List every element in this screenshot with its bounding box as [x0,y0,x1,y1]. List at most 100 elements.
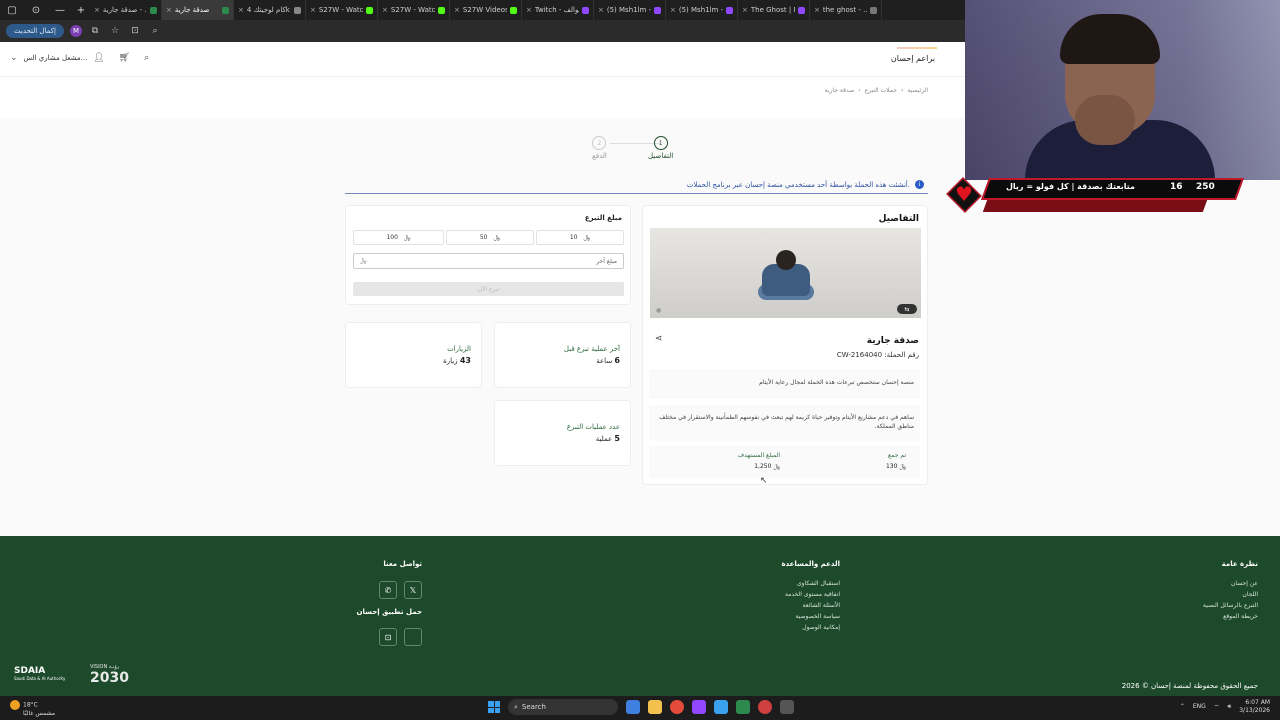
footer-heading: الدعم والمساعدة [781,560,840,568]
chevron-down-icon[interactable]: ⌄ [10,53,18,63]
close-icon[interactable]: × [238,6,244,14]
phone-icon[interactable]: ✆ [379,581,397,599]
browser-tab[interactable]: ×Twitch - سوالف [522,0,594,20]
tab-label: S27W - Watch [318,6,363,14]
edge-icon[interactable] [714,700,728,714]
target-stat: المبلغ المستهدف 1,250 ﷼ [738,452,780,471]
contact-heading: تواصل معنا [383,560,422,568]
tab-favicon-icon [582,6,589,14]
breadcrumb-campaigns[interactable]: حملات التبرع [865,87,897,94]
file-explorer-icon[interactable] [648,700,662,714]
target-value: 1,250 ﷼ [754,463,780,470]
footer-link[interactable]: استقبال الشكاوى [781,580,840,587]
mouse-cursor-icon: ↖ [760,476,768,486]
step-number: 1 [653,136,668,150]
stream-goal-banner: ♥ متابعتك بصدقة | كل فولو = ريال 16 250 [945,176,1245,214]
close-icon[interactable]: × [166,6,172,14]
browser-tab[interactable]: ×(5) Msh1lm - T [594,0,666,20]
wifi-icon[interactable]: ⌔ [1214,703,1220,711]
close-icon[interactable]: × [814,6,820,14]
collected-value: 130 ﷼ [885,463,906,470]
close-icon[interactable]: × [526,6,532,14]
footer-link[interactable]: اتفاقية مستوى الخدمة [781,591,840,598]
breadcrumb-home[interactable]: الرئيسية [907,87,928,94]
android-store-icon[interactable]: ⊡ [379,628,397,646]
chrome-icon[interactable] [670,700,684,714]
browser-tab[interactable]: ×S27W - Watch [306,0,378,20]
app-icon[interactable] [736,700,750,714]
windows-start-icon[interactable] [488,701,500,713]
tab-label: S27W Videos [462,6,507,14]
chevron-up-icon[interactable]: ⌃ [1180,703,1185,710]
share-icon[interactable]: ⋖ [655,334,663,344]
app-icon[interactable] [626,700,640,714]
footer-link[interactable]: الأسئلة الشائعة [781,602,841,609]
donate-now-button[interactable]: تبرع الآن [353,282,624,296]
user-name[interactable]: مشعل مشاري الس... [24,54,88,62]
sidebar-icon[interactable]: ⊡ [128,26,142,36]
language-indicator[interactable]: ENG [1193,703,1206,710]
app-icon[interactable] [780,700,794,714]
bookmark-star-icon[interactable]: ☆ [108,26,122,36]
step-label: التفاصيل [648,152,674,160]
footer-link[interactable]: عن إحسان [1203,580,1258,587]
obs-icon[interactable] [692,700,706,714]
footer-link[interactable]: إمكانية الوصول [781,624,840,631]
zoom-icon[interactable]: ⌕ [148,26,162,36]
image-pager[interactable]: ● [656,307,661,314]
amount-option-50[interactable]: 50 ﷼ [446,230,534,245]
site-footer: نظرة عامة عن إحسان اللجان التبرع بالرسائ… [0,536,1280,696]
close-icon[interactable]: × [670,6,676,14]
campaign-id: رقم الحملة: CW-2164040 [836,351,919,359]
image-control-icon[interactable]: ⇆ [897,304,917,314]
window-menu-icon[interactable]: ▢ [0,0,24,20]
close-icon[interactable]: × [382,6,388,14]
app-icon[interactable] [758,700,772,714]
browser-tab[interactable]: ×(5) Msh1lm - T [666,0,738,20]
amount-option-100[interactable]: 100 ﷼ [353,230,444,245]
update-button[interactable]: إكمال التحديث [6,24,64,38]
footer-overview: نظرة عامة عن إحسان اللجان التبرع بالرسائ… [1203,560,1258,624]
browser-tab[interactable]: × The Ghost | M [738,0,810,20]
close-icon[interactable]: × [454,6,460,14]
taskbar-apps: ⌕ Search [488,699,794,715]
weather-widget[interactable]: 18°C مشمس غالبًا [10,700,55,717]
heart-icon: ♥ [955,182,973,206]
user-menu[interactable]: ⌄ مشعل مشاري الس... 👤︎ 🛒︎ ⌕ [10,53,149,63]
close-icon[interactable]: × [310,6,316,14]
amount-option-10[interactable]: 10 ﷼ [536,230,624,245]
breadcrumb-separator: ‹ [858,87,861,94]
x-twitter-icon[interactable]: 𝕏 [404,581,422,599]
volume-icon[interactable]: 🔊︎ [1227,703,1231,711]
cart-icon[interactable]: 🛒︎ [119,53,130,63]
user-icon[interactable]: 👤︎ [93,53,104,63]
other-amount-input[interactable]: ﷼ مبلغ آخر [353,253,624,269]
tab-search-icon[interactable]: ⊙ [24,0,48,20]
close-icon[interactable]: × [598,6,604,14]
close-icon[interactable]: × [742,6,748,14]
new-tab-button[interactable]: + [72,5,90,16]
browser-tab[interactable]: × صدقة جارية [162,0,234,20]
browser-tab[interactable]: × the ghost - ... [810,0,882,20]
brand-logo-text[interactable]: براعم إحسان [891,54,935,63]
browser-tab[interactable]: × كام لوجيتك 4k [234,0,306,20]
browser-tab[interactable]: ×صدقة جارية - ... [90,0,162,20]
browser-tab[interactable]: × S27W Videos [450,0,522,20]
step-label: الدفع [592,152,607,160]
footer-link[interactable]: خريطة الموقع [1203,613,1258,620]
taskbar-search[interactable]: ⌕ Search [508,699,618,715]
extensions-icon[interactable]: ⧉ [88,26,102,36]
footer-app: حمل تطبيق إحسان [356,608,422,628]
footer-link[interactable]: التبرع بالرسائل النصية [1203,602,1258,609]
apple-store-icon[interactable] [404,628,422,646]
footer-link[interactable]: اللجان [1203,591,1258,598]
close-icon[interactable]: × [94,6,100,14]
search-icon[interactable]: ⌕ [144,53,149,63]
currency-icon: ﷼ [360,257,367,264]
footer-link[interactable]: سياسة الخصوصية [781,613,840,620]
profile-avatar[interactable]: M [69,25,82,37]
browser-tab[interactable]: ×S27W - Watch [378,0,450,20]
clock[interactable]: 6:07 AM 3/13/2026 [1239,699,1270,715]
target-label: المبلغ المستهدف [737,452,780,459]
minimize-icon[interactable]: — [48,0,72,20]
